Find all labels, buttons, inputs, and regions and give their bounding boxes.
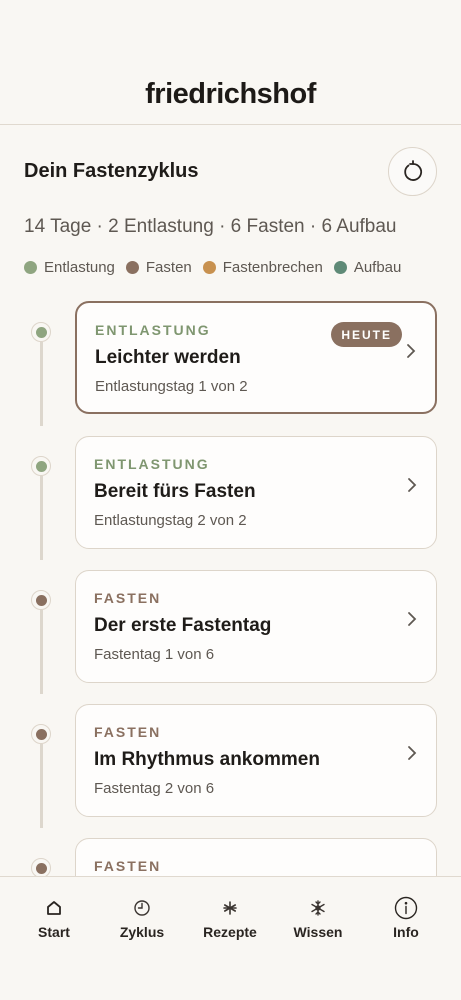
nav-label: Rezepte — [203, 924, 257, 940]
nav-item-start[interactable]: Start — [8, 895, 100, 940]
card-subtitle: Fastentag 1 von 6 — [94, 646, 215, 663]
card-subtitle: Entlastungstag 2 von 2 — [94, 512, 247, 529]
timeline-line — [40, 476, 43, 560]
nav-label: Zyklus — [119, 924, 165, 940]
timeline-dot — [31, 858, 51, 878]
card-title: Bereit fürs Fasten — [94, 481, 256, 502]
chevron-right-icon — [408, 612, 417, 626]
legend-dot — [202, 261, 216, 274]
nav-item-zyklus[interactable]: Zyklus — [96, 895, 188, 940]
card-title: Im Rhythmus ankommen — [94, 749, 320, 770]
timeline-line — [40, 744, 43, 828]
card-phase: ENTLASTUNG — [95, 322, 211, 338]
nav-label: Wissen — [293, 924, 343, 940]
legend-dot — [24, 261, 37, 274]
card-phase: ENTLASTUNG — [94, 456, 210, 472]
card-phase: FASTEN — [94, 590, 162, 606]
legend-label: Aufbau — [353, 259, 402, 276]
reset-button[interactable] — [388, 147, 437, 196]
chevron-right-icon — [408, 478, 417, 492]
chevron-right-icon — [407, 344, 416, 358]
legend-label: Fastenbrechen — [222, 259, 323, 276]
clock-icon — [134, 900, 150, 916]
chevron-right-icon — [408, 746, 417, 760]
day-card-1[interactable]: ENTLASTUNG HEUTE Leichter werden Entlast… — [75, 301, 437, 414]
legend-item-aufbau: Aufbau — [333, 259, 402, 276]
day-card-3[interactable]: FASTEN Der erste Fastentag Fastentag 1 v… — [75, 570, 437, 683]
card-subtitle: Fastentag 2 von 6 — [94, 780, 215, 797]
bottom-navigation: Start Zyklus Rezepte Wissen Info — [0, 876, 461, 1000]
legend-item-entlastung: Entlastung — [24, 259, 115, 276]
nav-label: Info — [393, 924, 419, 940]
timeline-dot — [31, 456, 51, 476]
card-phase: FASTEN — [94, 724, 162, 740]
today-badge: HEUTE — [331, 322, 402, 347]
phase-legend: Entlastung Fasten Fastenbrechen Aufbau — [24, 259, 412, 276]
info-icon — [394, 896, 418, 920]
nav-label: Start — [38, 924, 70, 940]
legend-dot — [125, 261, 139, 274]
snowflake-icon — [311, 900, 325, 916]
nav-item-wissen[interactable]: Wissen — [272, 895, 364, 940]
timeline-dot — [31, 322, 51, 342]
cycle-summary: 14 Tage · 2 Entlastung · 6 Fasten · 6 Au… — [24, 216, 397, 237]
legend-item-fasten: Fasten — [125, 259, 192, 276]
nav-item-rezepte[interactable]: Rezepte — [184, 895, 276, 940]
section-title: Dein Fastenzyklus — [24, 160, 199, 182]
timeline-line — [40, 610, 43, 694]
timeline-dot — [31, 590, 51, 610]
timeline-dot — [31, 724, 51, 744]
refresh-icon — [403, 159, 422, 181]
legend-dot — [333, 261, 347, 274]
day-card-4[interactable]: FASTEN Im Rhythmus ankommen Fastentag 2 … — [75, 704, 437, 817]
timeline-line — [40, 342, 43, 426]
asterisk-icon — [223, 901, 237, 915]
legend-item-fastenbrechen: Fastenbrechen — [202, 259, 323, 276]
card-title: Leichter werden — [95, 347, 241, 368]
brand-logo: friedrichshof — [145, 78, 316, 110]
legend-label: Fasten — [145, 259, 192, 276]
app-header: friedrichshof — [0, 0, 461, 125]
day-card-2[interactable]: ENTLASTUNG Bereit fürs Fasten Entlastung… — [75, 436, 437, 549]
card-subtitle: Entlastungstag 1 von 2 — [95, 378, 248, 395]
nav-item-info[interactable]: Info — [360, 895, 452, 940]
legend-label: Entlastung — [44, 259, 115, 276]
home-icon — [47, 901, 61, 915]
card-phase: FASTEN — [94, 858, 162, 874]
card-title: Der erste Fastentag — [94, 615, 272, 636]
